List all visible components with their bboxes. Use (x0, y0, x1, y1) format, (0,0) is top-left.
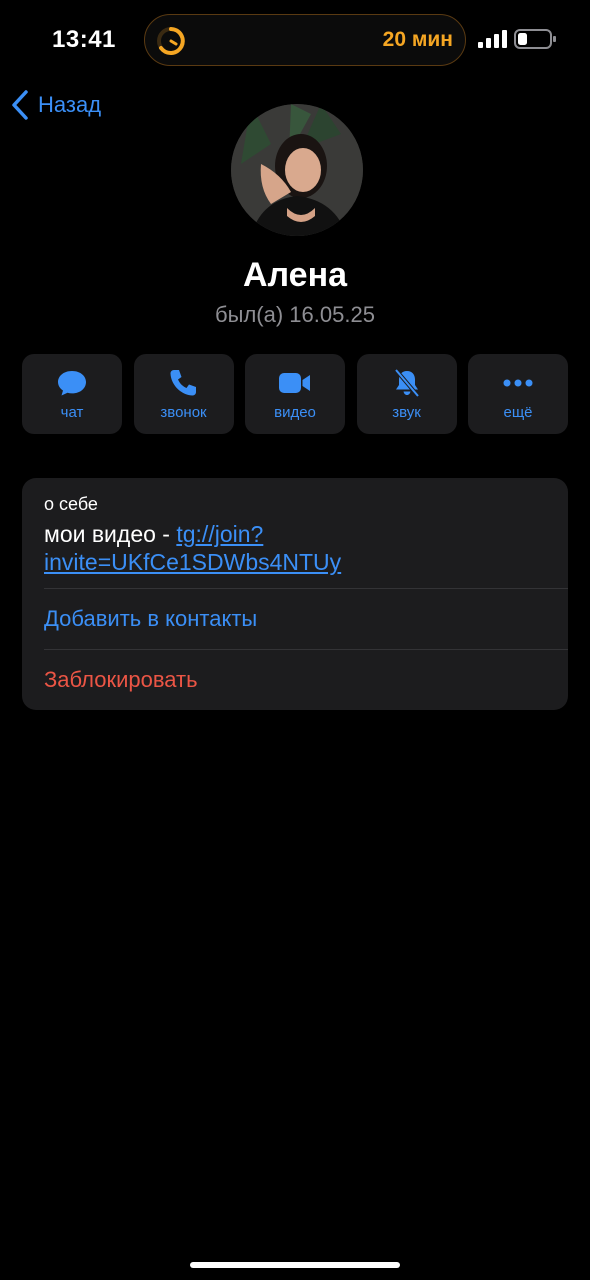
back-button-label: Назад (38, 92, 102, 117)
add-to-contacts-button[interactable]: Добавить в контакты (44, 606, 257, 632)
about-text: мои видео - tg://join? invite=UKfCe1SDWbs… (44, 520, 544, 576)
bell-muted-icon (393, 368, 420, 398)
more-button-label: ещё (503, 404, 533, 421)
chat-button-label: чат (60, 404, 84, 421)
timer-remaining-label: 20 мин (382, 28, 453, 51)
phone-icon (170, 370, 196, 396)
timer-icon (157, 27, 185, 55)
block-user-button[interactable]: Заблокировать (44, 667, 198, 693)
call-button[interactable]: звонок (133, 354, 234, 434)
video-camera-icon (279, 373, 310, 393)
chat-bubble-icon (58, 371, 86, 396)
mute-sound-button-label: звук (392, 404, 421, 421)
status-time: 13:41 (52, 26, 116, 53)
chevron-left-icon (12, 90, 28, 120)
more-dots-icon (503, 379, 533, 387)
cellular-signal-icon (478, 30, 507, 48)
video-call-button-label: видео (274, 404, 316, 421)
last-seen-status: был(а) 16.05.25 (215, 302, 375, 327)
profile-name: Алена (242, 256, 348, 294)
more-button[interactable]: ещё (468, 354, 568, 434)
chat-button[interactable]: чат (22, 354, 122, 434)
invite-link[interactable]: tg://join? (176, 521, 263, 547)
about-label: о себе (44, 494, 98, 514)
avatar-photo (231, 104, 363, 236)
video-call-button[interactable]: видео (245, 354, 345, 434)
about-text-prefix: мои видео - (44, 521, 177, 547)
battery-icon (514, 29, 556, 49)
back-button[interactable]: Назад (10, 88, 101, 122)
action-buttons-row: чат звонок видео звук ещё (22, 354, 568, 434)
invite-link-continued[interactable]: invite=UKfCe1SDWbs4NTUy (44, 549, 341, 575)
mute-sound-button[interactable]: звук (356, 354, 457, 434)
avatar[interactable] (231, 104, 363, 236)
divider (44, 649, 568, 650)
divider (44, 588, 568, 589)
dynamic-island-timer[interactable]: 20 мин (144, 14, 466, 66)
call-button-label: звонок (160, 404, 207, 421)
home-indicator[interactable] (190, 1262, 400, 1268)
info-card: о себе мои видео - tg://join? invite=UKfC… (22, 478, 568, 710)
